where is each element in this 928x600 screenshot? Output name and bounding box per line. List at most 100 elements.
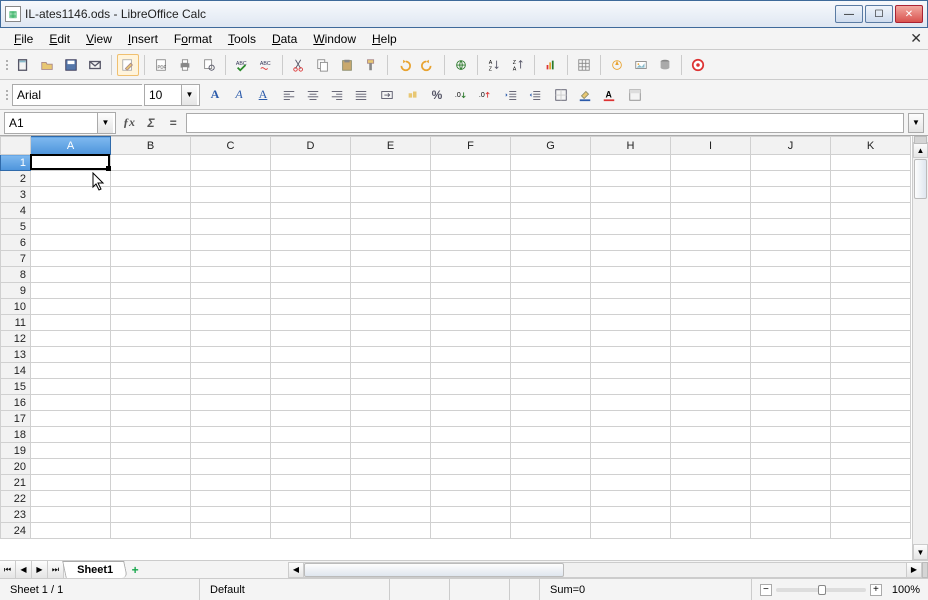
cell[interactable] xyxy=(671,411,751,427)
row-header[interactable]: 5 xyxy=(1,219,31,235)
underline-button[interactable]: A xyxy=(252,84,274,106)
cell[interactable] xyxy=(591,171,671,187)
cell[interactable] xyxy=(751,475,831,491)
conditional-format-button[interactable] xyxy=(624,84,646,106)
borders-button[interactable] xyxy=(550,84,572,106)
cell[interactable] xyxy=(671,155,751,171)
cell[interactable] xyxy=(271,171,351,187)
cell[interactable] xyxy=(191,155,271,171)
cell[interactable] xyxy=(31,363,111,379)
cell[interactable] xyxy=(831,283,911,299)
help-button[interactable] xyxy=(687,54,709,76)
cell[interactable] xyxy=(191,363,271,379)
cell[interactable] xyxy=(751,363,831,379)
scroll-up-button[interactable]: ▲ xyxy=(913,142,928,158)
cell[interactable] xyxy=(671,475,751,491)
cell[interactable] xyxy=(431,299,511,315)
cell[interactable] xyxy=(31,395,111,411)
cell[interactable] xyxy=(111,203,191,219)
formula-expand-button[interactable]: ▼ xyxy=(908,113,924,133)
select-all-corner[interactable] xyxy=(1,137,31,155)
cell[interactable] xyxy=(591,331,671,347)
cell[interactable] xyxy=(591,395,671,411)
cell[interactable] xyxy=(751,171,831,187)
cell[interactable] xyxy=(671,395,751,411)
cell[interactable] xyxy=(671,315,751,331)
print-preview-button[interactable] xyxy=(198,54,220,76)
row-header[interactable]: 21 xyxy=(1,475,31,491)
cell[interactable] xyxy=(591,187,671,203)
cell[interactable] xyxy=(31,267,111,283)
cell[interactable] xyxy=(111,267,191,283)
cell[interactable] xyxy=(351,475,431,491)
cell[interactable] xyxy=(831,507,911,523)
scroll-right-button[interactable]: ▶ xyxy=(906,562,922,578)
cell[interactable] xyxy=(591,267,671,283)
cell[interactable] xyxy=(351,443,431,459)
vertical-scrollbar[interactable]: ▲ ▼ xyxy=(912,136,928,560)
cell[interactable] xyxy=(271,491,351,507)
cell[interactable] xyxy=(831,427,911,443)
cell[interactable] xyxy=(271,507,351,523)
cell[interactable] xyxy=(591,379,671,395)
cell[interactable] xyxy=(111,395,191,411)
cell[interactable] xyxy=(511,171,591,187)
insert-chart-button[interactable] xyxy=(540,54,562,76)
cell[interactable] xyxy=(831,203,911,219)
cell[interactable] xyxy=(431,379,511,395)
cell[interactable] xyxy=(111,459,191,475)
cell[interactable] xyxy=(591,203,671,219)
cell[interactable] xyxy=(511,235,591,251)
cell[interactable] xyxy=(31,251,111,267)
cell[interactable] xyxy=(431,427,511,443)
cell[interactable] xyxy=(271,523,351,539)
cell[interactable] xyxy=(671,459,751,475)
cell[interactable] xyxy=(591,299,671,315)
cell[interactable] xyxy=(751,507,831,523)
cell[interactable] xyxy=(431,251,511,267)
cell[interactable] xyxy=(511,203,591,219)
background-color-button[interactable] xyxy=(574,84,596,106)
zoom-out-button[interactable]: − xyxy=(760,584,772,596)
cell[interactable] xyxy=(591,475,671,491)
column-header[interactable]: B xyxy=(111,137,191,155)
cut-button[interactable] xyxy=(288,54,310,76)
font-size-combo[interactable]: ▼ xyxy=(144,84,200,106)
cell[interactable] xyxy=(511,523,591,539)
close-button[interactable]: ✕ xyxy=(895,5,923,23)
cell[interactable] xyxy=(31,411,111,427)
vertical-scroll-thumb[interactable] xyxy=(914,159,927,199)
cell[interactable] xyxy=(111,315,191,331)
cell[interactable] xyxy=(431,475,511,491)
cell[interactable] xyxy=(191,171,271,187)
cell[interactable] xyxy=(271,395,351,411)
column-header[interactable]: G xyxy=(511,137,591,155)
cell[interactable] xyxy=(511,283,591,299)
column-header[interactable]: D xyxy=(271,137,351,155)
menu-view[interactable]: View xyxy=(78,30,120,48)
currency-button[interactable] xyxy=(402,84,424,106)
row-header[interactable]: 17 xyxy=(1,411,31,427)
cell[interactable] xyxy=(271,155,351,171)
cell[interactable] xyxy=(511,347,591,363)
tab-last-button[interactable]: ⏭ xyxy=(48,561,64,578)
cell[interactable] xyxy=(671,363,751,379)
paste-button[interactable] xyxy=(336,54,358,76)
cell[interactable] xyxy=(31,443,111,459)
cell[interactable] xyxy=(31,283,111,299)
cell[interactable] xyxy=(831,315,911,331)
cell[interactable] xyxy=(351,203,431,219)
cell[interactable] xyxy=(511,251,591,267)
cell-grid[interactable]: ABCDEFGHIJK12345678910111213141516171819… xyxy=(0,136,911,539)
cell[interactable] xyxy=(591,235,671,251)
cell[interactable] xyxy=(671,203,751,219)
cell[interactable] xyxy=(751,155,831,171)
cell[interactable] xyxy=(831,171,911,187)
dropdown-icon[interactable]: ▼ xyxy=(97,113,113,133)
cell[interactable] xyxy=(511,155,591,171)
cell[interactable] xyxy=(31,203,111,219)
horizontal-scroll-thumb[interactable] xyxy=(304,563,564,577)
menu-window[interactable]: Window xyxy=(305,30,364,48)
cell[interactable] xyxy=(111,283,191,299)
percent-button[interactable]: % xyxy=(426,84,448,106)
